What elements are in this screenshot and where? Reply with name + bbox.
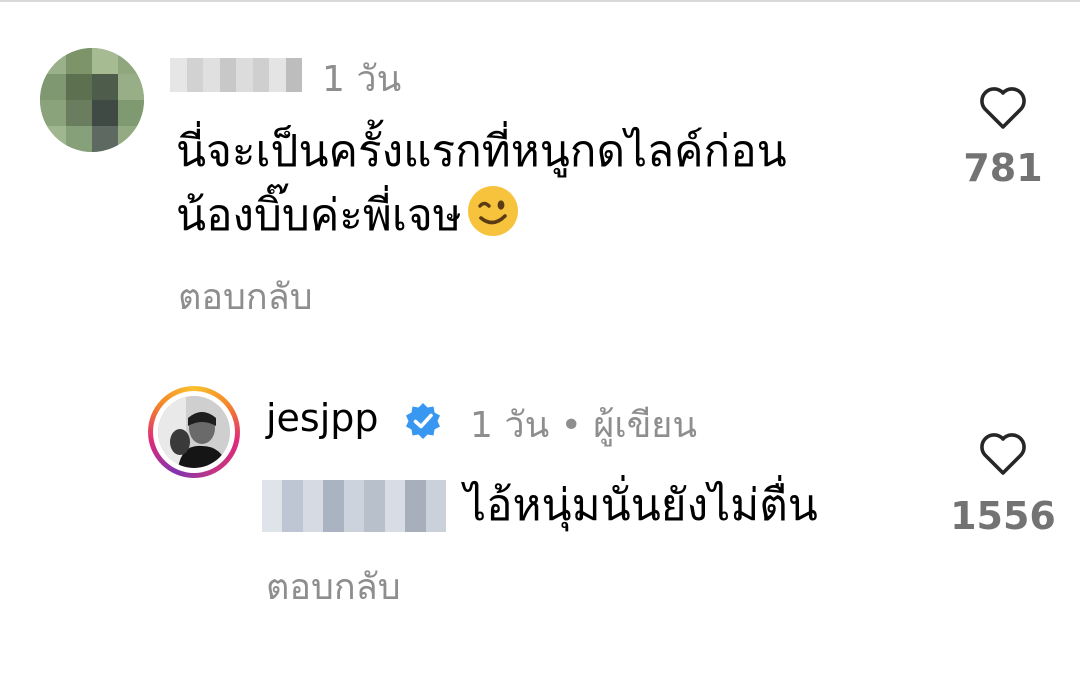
reply-meta: 1 วัน • ผู้เขียน <box>470 405 698 446</box>
author-photo-image <box>158 396 230 468</box>
commenter-username-blurred[interactable] <box>170 58 302 92</box>
mention-blurred[interactable] <box>262 480 446 532</box>
author-photo <box>158 396 230 468</box>
comment-text: นี่จะเป็นครั้งแรกที่หนูกดไลค์ก่อน น้องบิ… <box>176 120 916 248</box>
reply-button[interactable]: ตอบกลับ <box>178 268 313 325</box>
comment-text-line-1: นี่จะเป็นครั้งแรกที่หนูกดไลค์ก่อน <box>176 126 787 177</box>
comment-text-line-2: น้องบิ๊บค่ะพี่เจษ <box>176 184 916 248</box>
author-avatar[interactable] <box>148 386 240 478</box>
reply-text: ไอ้หนุ่มนั่นยังไม่ตื่น <box>464 480 818 531</box>
reply-button[interactable]: ตอบกลับ <box>266 558 401 615</box>
author-username[interactable]: jesjpp <box>266 396 379 440</box>
heart-outline-icon[interactable] <box>978 430 1028 476</box>
commenter-avatar-blurred[interactable] <box>40 48 144 152</box>
like-count: 781 <box>963 146 1043 190</box>
comments-panel: 1 วัน นี่จะเป็นครั้งแรกที่หนูกดไลค์ก่อน … <box>0 0 1080 673</box>
winking-face-icon <box>467 186 518 236</box>
comment-text-line-2-text: น้องบิ๊บค่ะพี่เจษ <box>176 190 462 241</box>
comment-timestamp: 1 วัน <box>322 59 402 100</box>
like-count: 1556 <box>950 494 1056 538</box>
verified-badge-icon <box>406 403 440 439</box>
heart-outline-icon[interactable] <box>978 84 1028 130</box>
